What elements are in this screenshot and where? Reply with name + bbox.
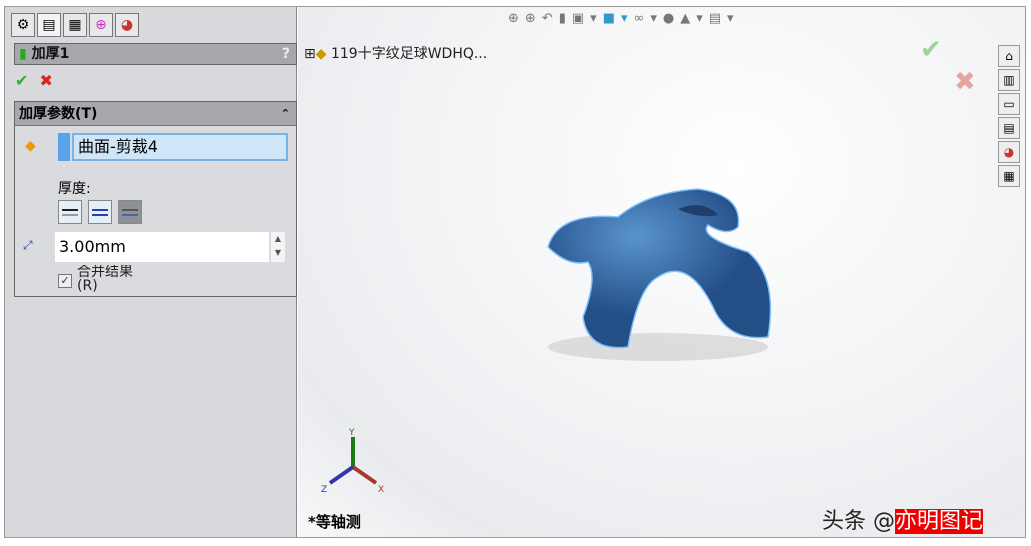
y-axis-label: Y — [348, 428, 355, 438]
thicken-side1-button[interactable] — [58, 200, 82, 224]
appearance-icon[interactable]: ● — [663, 11, 680, 26]
appearances-icon[interactable]: ◕ — [998, 141, 1020, 163]
triad-axes: Y X Z — [321, 428, 384, 495]
tab-property-manager[interactable]: ▤ — [37, 13, 61, 37]
display-style-icon[interactable]: ■▾ — [603, 11, 634, 26]
hide-show-icon[interactable]: ∞▾ — [634, 11, 663, 26]
thicken-both-button[interactable] — [88, 200, 112, 224]
group-header[interactable]: 加厚参数(T) ⌃ — [15, 102, 296, 126]
tab-dimxpert-manager[interactable]: ⊕ — [89, 13, 113, 37]
thickness-spinner[interactable]: ▲ ▼ — [271, 232, 285, 262]
merge-result-label: 合并结果(R) — [77, 265, 133, 293]
merge-result-checkbox[interactable]: ✓ — [58, 274, 72, 288]
feature-name: 加厚1 — [31, 46, 70, 62]
view-settings-icon[interactable]: ▤▾ — [709, 11, 740, 26]
z-axis-label: Z — [321, 485, 327, 495]
watermark-prefix: 头条 @ — [822, 509, 895, 534]
zoom-to-fit-icon[interactable]: ⊕ — [508, 11, 525, 26]
thickened-part-model — [547, 188, 772, 361]
collapse-icon[interactable]: ⌃ — [281, 102, 290, 126]
part-name: 119十字纹足球WDHQ... — [330, 46, 488, 62]
feature-tree-root[interactable]: ⊞◆ 119十字纹足球WDHQ... — [304, 43, 487, 63]
group-title: 加厚参数(T) — [19, 106, 98, 122]
view-palette-icon[interactable]: ▤ — [998, 117, 1020, 139]
custom-properties-icon[interactable]: ▦ — [998, 165, 1020, 187]
thickness-input[interactable]: 3.00mm — [55, 232, 269, 262]
view-orientation-icon[interactable]: ▣▾ — [572, 11, 603, 26]
section-view-icon[interactable]: ▮ — [559, 11, 572, 26]
graphics-viewport[interactable]: ⊕⊕↶▮▣▾■▾∞▾●▲▾▤▾ ⊞◆ 119十字纹足球WDHQ... ✔ ✖ ⌂… — [298, 7, 1025, 537]
watermark-name: 亦明图记 — [895, 509, 984, 534]
ok-button[interactable]: ✔ — [15, 71, 28, 90]
tab-feature-manager[interactable]: ⚙ — [11, 13, 35, 37]
design-library-icon[interactable]: ▥ — [998, 69, 1020, 91]
thicken-parameters-group: 加厚参数(T) ⌃ ◆ 曲面-剪裁4 厚度: ⤢ 3.00mm ▲ ▼ ✓ 合并结果… — [14, 101, 297, 297]
thicken-icon: ▮ — [19, 46, 27, 62]
view-orientation-label: *等轴测 — [308, 513, 361, 531]
surface-icon: ◆ — [25, 138, 36, 154]
surface-selection-box[interactable]: 曲面-剪裁4 — [58, 133, 288, 161]
thickness-dimension-icon: ⤢ — [23, 238, 33, 252]
part-icon: ◆ — [315, 46, 327, 62]
home-icon[interactable]: ⌂ — [998, 45, 1020, 67]
task-pane-tabs: ⌂ ▥ ▭ ▤ ◕ ▦ — [998, 45, 1020, 187]
solidworks-window: ⚙ ▤ ▦ ⊕ ◕ ▮ 加厚1? ✔ ✖ 加厚参数(T) ⌃ ◆ 曲面-剪裁4 厚… — [4, 6, 1026, 538]
help-button[interactable]: ? — [282, 44, 290, 64]
property-manager-panel: ⚙ ▤ ▦ ⊕ ◕ ▮ 加厚1? ✔ ✖ 加厚参数(T) ⌃ ◆ 曲面-剪裁4 厚… — [5, 7, 297, 537]
selected-face[interactable]: 曲面-剪裁4 — [72, 133, 288, 161]
feature-title: ▮ 加厚1? — [14, 43, 297, 65]
heads-up-toolbar: ⊕⊕↶▮▣▾■▾∞▾●▲▾▤▾ — [508, 11, 740, 26]
tab-configuration-manager[interactable]: ▦ — [63, 13, 87, 37]
manager-tabs: ⚙ ▤ ▦ ⊕ ◕ — [11, 13, 139, 37]
watermark: 头条 @亦明图记 — [822, 503, 984, 535]
confirm-ok-icon[interactable]: ✔ — [920, 35, 942, 65]
thickness-label: 厚度: — [58, 181, 91, 197]
confirm-cancel-icon[interactable]: ✖ — [954, 67, 976, 97]
thicken-side2-button[interactable] — [118, 200, 142, 224]
tab-display-manager[interactable]: ◕ — [115, 13, 139, 37]
file-explorer-icon[interactable]: ▭ — [998, 93, 1020, 115]
expand-icon[interactable]: ⊞ — [304, 46, 316, 62]
x-axis-label: X — [378, 485, 384, 495]
cancel-button[interactable]: ✖ — [40, 71, 53, 90]
zoom-area-icon[interactable]: ⊕ — [525, 11, 542, 26]
previous-view-icon[interactable]: ↶ — [542, 11, 559, 26]
scene-icon[interactable]: ▲▾ — [680, 11, 709, 26]
